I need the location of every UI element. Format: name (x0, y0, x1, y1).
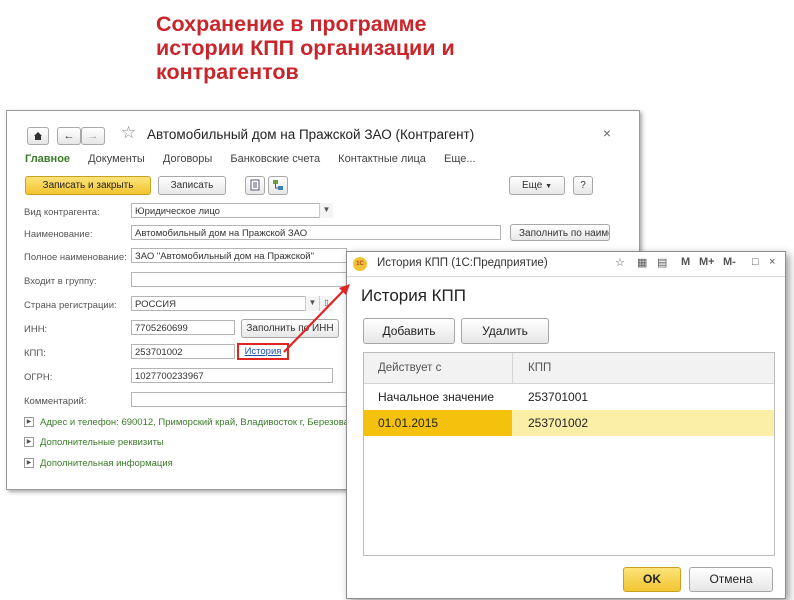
slide-title-line: истории КПП организации и (156, 36, 455, 60)
ogrn-field[interactable]: 1027700233967 (131, 368, 333, 383)
star-icon[interactable]: ☆ (615, 256, 625, 269)
full-name-field[interactable]: ЗАО "Автомобильный дом на Пражской" (131, 248, 347, 263)
name-label: Наименование: (24, 229, 93, 240)
address-section-label: Адрес и телефон: 690012, Приморский край… (40, 417, 349, 428)
ok-button[interactable]: OK (623, 567, 681, 592)
arrow-right-icon: → (87, 130, 99, 142)
home-icon (34, 132, 42, 140)
row-date: Начальное значение (378, 390, 495, 404)
print-button[interactable] (245, 176, 265, 195)
tab-contracts[interactable]: Договоры (163, 153, 212, 165)
row-kpp: 253701002 (528, 416, 589, 430)
fill-by-name-button[interactable]: Заполнить по наиме (510, 224, 610, 241)
kpp-history-dialog: 1C История КПП (1С:Предприятие) ☆ ▦ ▤ M … (346, 251, 786, 599)
window-title: Автомобильный дом на Пражской ЗАО (Контр… (147, 127, 475, 142)
tab-contacts[interactable]: Контактные лица (338, 153, 426, 165)
tab-more[interactable]: Еще... (444, 153, 476, 165)
comment-label: Комментарий: (24, 396, 87, 407)
extra-info-label: Дополнительная информация (40, 458, 173, 469)
calendar-icon[interactable]: ▦ (637, 256, 647, 269)
chevron-down-icon: ▼ (545, 183, 553, 190)
slide-title: Сохранение в программе истории КПП орган… (156, 12, 556, 84)
comment-field[interactable] (131, 392, 347, 407)
type-select[interactable]: Юридическое лицо (131, 203, 333, 218)
memory-subtract-button[interactable]: M- (723, 256, 736, 268)
row-date: 01.01.2015 (378, 416, 439, 430)
expand-icon: ▶ (24, 458, 34, 469)
memory-add-button[interactable]: M+ (699, 256, 715, 268)
type-label: Вид контрагента: (24, 207, 100, 218)
country-select[interactable]: РОССИЯ (131, 296, 333, 311)
forward-button[interactable]: → (81, 127, 105, 145)
table-row[interactable]: Начальное значение 253701001 (364, 384, 774, 410)
dropdown-icon[interactable]: ▼ (319, 203, 333, 218)
country-label: Страна регистрации: (24, 300, 117, 311)
dialog-window-title: История КПП (1С:Предприятие) (377, 257, 548, 269)
expand-icon: ▶ (24, 437, 34, 448)
row-kpp: 253701001 (528, 390, 589, 404)
country-value: РОССИЯ (135, 299, 176, 310)
history-link[interactable]: История (237, 343, 289, 360)
cancel-button[interactable]: Отмена (689, 567, 773, 592)
table-header: Действует с КПП (364, 353, 774, 384)
kpp-field[interactable]: 253701002 (131, 344, 235, 359)
group-label: Входит в группу: (24, 276, 97, 287)
full-name-label: Полное наименование: (24, 252, 127, 263)
kpp-label: КПП: (24, 348, 46, 359)
column-header-kpp[interactable]: КПП (528, 362, 551, 374)
minimize-icon[interactable]: □ (752, 256, 759, 268)
close-icon[interactable]: × (769, 256, 775, 268)
home-button[interactable] (27, 127, 49, 145)
expand-icon: ▶ (24, 417, 34, 428)
help-button[interactable]: ? (573, 176, 593, 195)
inn-field[interactable]: 7705260699 (131, 320, 235, 335)
document-icon (250, 179, 260, 191)
close-icon[interactable]: × (603, 125, 611, 141)
dialog-titlebar: 1C История КПП (1С:Предприятие) ☆ ▦ ▤ M … (347, 252, 785, 277)
slide-title-line: контрагентов (156, 60, 299, 84)
open-icon[interactable]: ▯ (319, 296, 333, 311)
tab-documents[interactable]: Документы (88, 153, 145, 165)
dialog-heading: История КПП (361, 286, 466, 305)
memory-button[interactable]: M (681, 256, 690, 268)
group-field[interactable] (131, 272, 347, 287)
extra-info-section[interactable]: ▶ Дополнительная информация (24, 458, 173, 469)
star-icon[interactable]: ☆ (121, 123, 136, 143)
extra-details-label: Дополнительные реквизиты (40, 437, 164, 448)
more-button[interactable]: Еще ▼ (509, 176, 565, 195)
type-value: Юридическое лицо (135, 206, 220, 217)
column-header-date[interactable]: Действует с (378, 362, 441, 374)
arrow-left-icon: ← (63, 130, 75, 142)
tab-bar: Главное Документы Договоры Банковские сч… (25, 153, 491, 165)
column-divider (512, 353, 513, 383)
extra-details-section[interactable]: ▶ Дополнительные реквизиты (24, 437, 164, 448)
calculator-icon[interactable]: ▤ (657, 256, 667, 269)
hierarchy-icon (273, 180, 283, 190)
address-section[interactable]: ▶ Адрес и телефон: 690012, Приморский кра… (24, 417, 349, 428)
delete-button[interactable]: Удалить (461, 318, 549, 344)
1c-logo-icon: 1C (353, 257, 367, 271)
save-button[interactable]: Записать (158, 176, 226, 195)
ogrn-label: ОГРН: (24, 372, 53, 383)
fill-by-inn-button[interactable]: Заполнить по ИНН (241, 319, 339, 338)
structure-button[interactable] (268, 176, 288, 195)
table-row-selected[interactable]: 01.01.2015 253701002 (364, 410, 774, 436)
tab-bank-accounts[interactable]: Банковские счета (230, 153, 320, 165)
dropdown-icon[interactable]: ▼ (305, 296, 319, 311)
add-button[interactable]: Добавить (363, 318, 455, 344)
tab-main[interactable]: Главное (25, 153, 70, 165)
inn-label: ИНН: (24, 324, 48, 335)
name-field[interactable]: Автомобильный дом на Пражской ЗАО (131, 225, 501, 240)
save-and-close-button[interactable]: Записать и закрыть (25, 176, 151, 195)
slide-title-line: Сохранение в программе (156, 12, 427, 36)
kpp-history-table: Действует с КПП Начальное значение 25370… (363, 352, 775, 556)
back-button[interactable]: ← (57, 127, 81, 145)
more-label: Еще (521, 180, 543, 191)
